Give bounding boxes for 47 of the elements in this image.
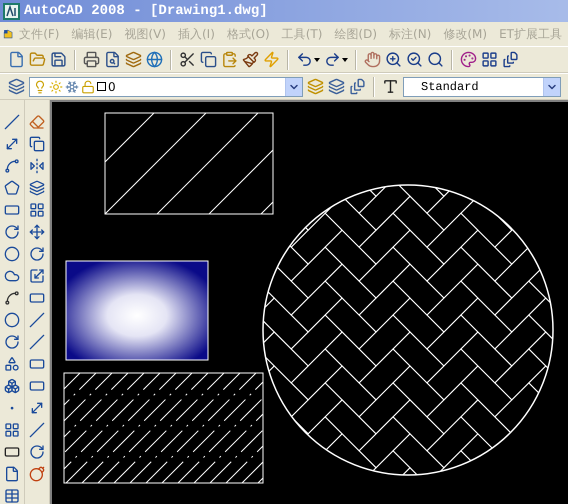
zoom-in-icon[interactable] xyxy=(385,51,402,68)
layer-dropdown[interactable]: 0 xyxy=(29,76,303,96)
text-style-dropdown[interactable]: Standard xyxy=(403,76,561,96)
globe-icon[interactable] xyxy=(146,51,163,68)
text-style-name: Standard xyxy=(420,80,480,94)
eraser-icon[interactable] xyxy=(29,114,45,130)
sun-icon xyxy=(49,80,63,94)
preview-icon[interactable] xyxy=(104,51,121,68)
caret-icon[interactable] xyxy=(314,58,320,62)
boxes-icon[interactable] xyxy=(4,378,20,394)
spline-icon[interactable] xyxy=(4,158,20,174)
copy-icon[interactable] xyxy=(29,136,45,152)
cloud-icon[interactable] xyxy=(4,268,20,284)
layer-name: 0 xyxy=(108,80,117,94)
cut-icon[interactable] xyxy=(179,51,196,68)
diagonal-arrow-icon[interactable] xyxy=(4,136,20,152)
palette-icon[interactable] xyxy=(460,51,477,68)
grid-icon[interactable] xyxy=(481,51,498,68)
explode-icon[interactable] xyxy=(29,466,45,482)
color-square-icon xyxy=(97,82,106,91)
printer-icon[interactable] xyxy=(83,51,100,68)
lightbulb-icon xyxy=(33,80,47,94)
mirror-icon[interactable] xyxy=(29,158,45,174)
window-title: AutoCAD 2008 - [Drawing1.dwg] xyxy=(24,3,268,19)
file-stack-icon[interactable] xyxy=(502,51,519,68)
text-style-icon[interactable] xyxy=(382,78,399,95)
open-lock-icon xyxy=(81,80,95,94)
redo-icon[interactable] xyxy=(324,51,341,68)
copy-icon[interactable] xyxy=(200,51,217,68)
undo-icon[interactable] xyxy=(296,51,313,68)
pentagon-icon[interactable] xyxy=(4,180,20,196)
new-file-icon[interactable] xyxy=(8,51,25,68)
shapes-icon[interactable] xyxy=(4,356,20,372)
table-icon[interactable] xyxy=(4,488,20,504)
app-logo-icon xyxy=(3,2,20,20)
circle-icon[interactable] xyxy=(4,246,20,262)
line-icon[interactable] xyxy=(4,114,20,130)
save-icon[interactable] xyxy=(50,51,67,68)
move-icon[interactable] xyxy=(29,224,45,240)
brush-icon[interactable] xyxy=(242,51,259,68)
layer-states-icon[interactable] xyxy=(349,78,366,95)
snowflake-icon xyxy=(65,80,79,94)
array-icon[interactable] xyxy=(29,202,45,218)
rotate-icon[interactable] xyxy=(29,246,45,262)
caret-icon[interactable] xyxy=(342,58,348,62)
curve-icon[interactable] xyxy=(4,290,20,306)
layers-icon[interactable] xyxy=(8,78,25,95)
